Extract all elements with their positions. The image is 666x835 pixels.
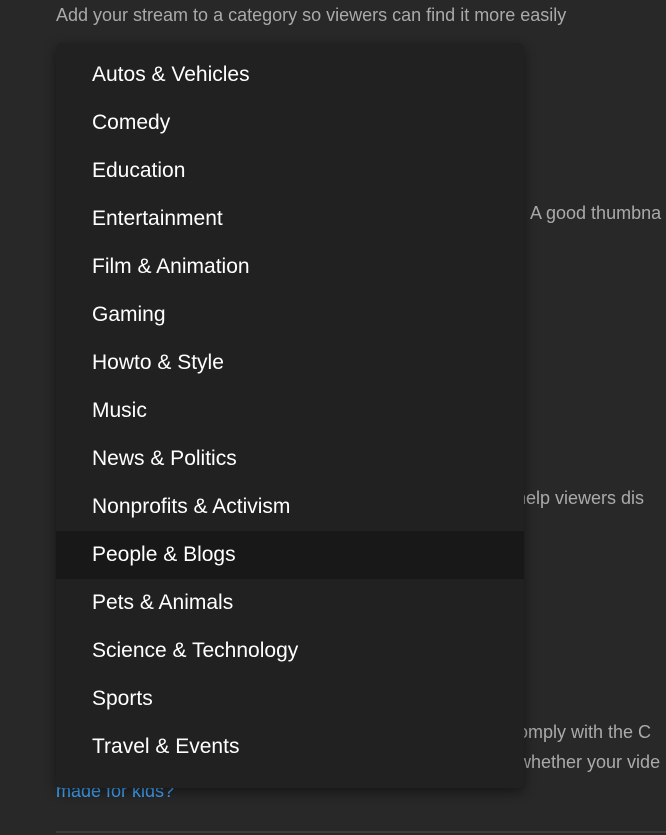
section-divider [56,831,666,833]
category-option-education[interactable]: Education [56,147,524,195]
category-option-travel-events[interactable]: Travel & Events [56,723,524,771]
tags-helper-fragment: help viewers dis [516,488,645,508]
category-helper-text: Add your stream to a category so viewers… [56,5,567,25]
audience-helper-fragment: omply with the C [518,722,652,742]
category-option-science-technology[interactable]: Science & Technology [56,627,524,675]
category-option-people-blogs[interactable]: People & Blogs [56,531,524,579]
category-option-film-animation[interactable]: Film & Animation [56,243,524,291]
audience-helper-fragment-2: whether your vide [518,752,661,772]
stream-settings-page: Add your stream to a category so viewers… [0,0,666,835]
category-option-music[interactable]: Music [56,387,524,435]
category-option-pets-animals[interactable]: Pets & Animals [56,579,524,627]
category-dropdown-menu[interactable]: Autos & Vehicles Comedy Education Entert… [56,43,524,788]
category-option-sports[interactable]: Sports [56,675,524,723]
category-option-gaming[interactable]: Gaming [56,291,524,339]
category-option-nonprofits-activism[interactable]: Nonprofits & Activism [56,483,524,531]
category-option-autos-vehicles[interactable]: Autos & Vehicles [56,51,524,99]
category-option-howto-style[interactable]: Howto & Style [56,339,524,387]
category-option-news-politics[interactable]: News & Politics [56,435,524,483]
thumbnail-helper-fragment: A good thumbna [530,203,662,223]
category-option-comedy[interactable]: Comedy [56,99,524,147]
category-option-entertainment[interactable]: Entertainment [56,195,524,243]
